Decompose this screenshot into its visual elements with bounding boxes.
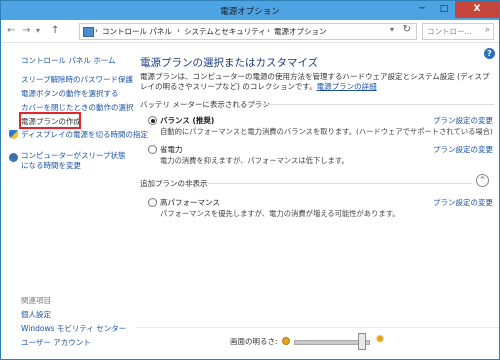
highlight-box	[19, 112, 81, 129]
power-plan-details-link[interactable]: 電源プランの詳細	[317, 82, 377, 91]
see-also-user-accounts[interactable]: ユーザー アカウント	[21, 337, 91, 348]
minimize-button[interactable]: ─	[410, 1, 434, 18]
plan-high-performance-change-link[interactable]: プラン設定の変更	[433, 197, 493, 208]
maximize-button[interactable]: □	[433, 1, 455, 18]
collapse-icon[interactable]: ^	[476, 174, 489, 187]
plan-high-performance-radio[interactable]	[148, 198, 157, 207]
see-also-personalization[interactable]: 個人設定	[21, 309, 51, 320]
address-row: ← → ▾ ↑ › コントロール パネル › システムとセキュリティ › 電源オ…	[1, 20, 499, 43]
sidebar-item-power-button[interactable]: 電源ボタンの動作を選択する	[21, 88, 119, 99]
additional-plans-heading: 追加プランの非表示	[140, 179, 208, 188]
section-divider	[208, 183, 472, 184]
control-panel-icon	[83, 27, 94, 37]
sleep-moon-icon	[9, 153, 18, 162]
breadcrumb-separator: ›	[95, 26, 98, 35]
sidebar-item-sleep-time[interactable]: コンピューターがスリープ状態になる時間を変更	[21, 151, 131, 171]
plan-balanced-radio[interactable]	[148, 116, 157, 125]
brightness-slider-thumb[interactable]	[357, 333, 366, 350]
up-arrow-icon[interactable]: ↑	[51, 25, 59, 36]
brightness-label: 画面の明るさ:	[230, 337, 278, 346]
plan-power-saver-name[interactable]: 省電力	[160, 144, 183, 155]
refresh-icon[interactable]: ↻	[403, 24, 411, 35]
address-dropdown-icon[interactable]: ▾	[390, 25, 394, 34]
dim-sun-icon	[282, 337, 290, 345]
breadcrumb-system-security[interactable]: システムとセキュリティ	[184, 26, 266, 37]
plan-high-performance-desc: パフォーマンスを優先しますが、電力の消費が増える可能性があります。	[160, 209, 400, 218]
close-button[interactable]: X	[455, 1, 499, 18]
plan-balanced-change-link[interactable]: プラン設定の変更	[433, 115, 493, 126]
plan-power-saver-radio[interactable]	[148, 145, 157, 154]
bright-sun-icon: ✹	[375, 332, 386, 346]
sidebar-item-display-off[interactable]: ディスプレイの電源を切る時間の指定	[21, 129, 148, 140]
brightness-bar: 画面の明るさ: ✹	[136, 327, 499, 359]
search-box[interactable]: コントロー... ⌕	[422, 23, 494, 40]
plan-power-saver-change-link[interactable]: プラン設定の変更	[433, 144, 493, 155]
shield-icon	[9, 130, 18, 139]
see-also-heading: 関連項目	[21, 296, 51, 305]
plan-power-saver-desc: 電力の消費を抑えますが、パフォーマンスは低下します。	[160, 156, 349, 165]
search-placeholder: コントロー...	[427, 27, 472, 36]
sidebar-home-link[interactable]: コントロール パネル ホーム	[21, 55, 116, 66]
breadcrumb-separator: ›	[267, 26, 270, 35]
power-options-window: 電源オプション ─ □ X ← → ▾ ↑ › コントロール パネル › システ…	[0, 0, 500, 360]
breadcrumb-power-options[interactable]: 電源オプション	[274, 26, 327, 37]
title-bar[interactable]: 電源オプション ─ □ X	[1, 1, 499, 20]
description-text: 電源プランは、コンピューターの電源の使用方法を管理するハードウェア設定とシステム…	[140, 72, 490, 91]
section-divider	[246, 104, 494, 105]
address-bar[interactable]: › コントロール パネル › システムとセキュリティ › 電源オプション ▾ ↻	[79, 23, 417, 40]
page-description: 電源プランは、コンピューターの電源の使用方法を管理するハードウェア設定とシステム…	[140, 72, 490, 92]
search-icon[interactable]: ⌕	[485, 25, 490, 35]
sidebar-item-password-on-wake[interactable]: スリープ解除時のパスワード保護	[21, 74, 133, 85]
main-content: 電源プランの選択またはカスタマイズ 電源プランは、コンピューターの電源の使用方法…	[136, 43, 499, 343]
recent-locations-icon[interactable]: ▾	[36, 26, 40, 35]
breadcrumb-control-panel[interactable]: コントロール パネル	[102, 26, 172, 37]
sidebar: コントロール パネル ホーム スリープ解除時のパスワード保護 電源ボタンの動作を…	[1, 43, 148, 359]
plan-balanced-desc: 自動的にパフォーマンスと電力消費のバランスを取ります。(ハードウェアでサポートさ…	[160, 127, 493, 136]
breadcrumb-separator: ›	[177, 26, 180, 35]
see-also-mobility-center[interactable]: Windows モビリティ センター	[21, 323, 126, 334]
page-title: 電源プランの選択またはカスタマイズ	[140, 57, 319, 69]
forward-arrow-icon[interactable]: →	[22, 25, 30, 36]
plan-high-performance-name[interactable]: 高パフォーマンス	[160, 197, 220, 208]
back-arrow-icon[interactable]: ←	[7, 25, 15, 36]
plan-balanced-name[interactable]: バランス (推奨)	[160, 115, 214, 126]
